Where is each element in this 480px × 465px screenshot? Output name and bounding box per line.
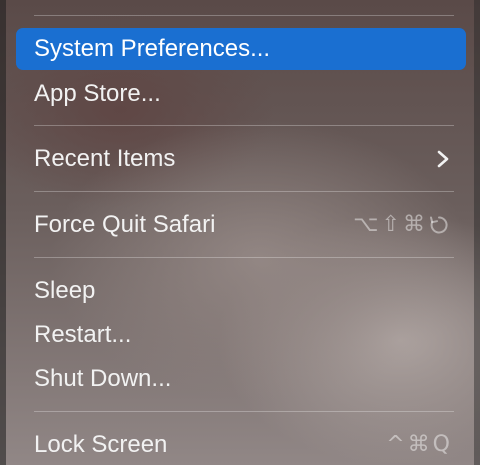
menu-separator — [34, 257, 454, 258]
menu-item-label: Shut Down... — [34, 365, 172, 392]
menu-item-label: Restart... — [34, 321, 132, 348]
menu-item-lock-screen[interactable]: Lock Screen ^ ⌘ Q — [16, 424, 466, 465]
menu-item-sleep[interactable]: Sleep — [16, 270, 466, 312]
menu-item-label: Recent Items — [34, 145, 176, 172]
keyboard-shortcut: ^ ⌘ Q — [386, 424, 450, 465]
option-key-icon: ⌥ — [353, 212, 379, 237]
command-key-icon: ⌘ — [403, 212, 425, 237]
menu-item-label: Lock Screen — [34, 431, 168, 458]
screen: System Preferences... App Store... Recen… — [0, 0, 480, 465]
menu-item-shut-down[interactable]: Shut Down... — [16, 358, 466, 400]
apple-menu: System Preferences... App Store... Recen… — [6, 0, 474, 465]
chevron-right-icon — [436, 138, 450, 194]
menu-separator — [34, 15, 454, 16]
menu-edge-right — [474, 0, 480, 465]
menu-separator — [34, 191, 454, 192]
command-key-icon: ⌘ — [407, 432, 430, 457]
menu-item-recent-items[interactable]: Recent Items — [16, 138, 466, 180]
menu-item-label: App Store... — [34, 80, 161, 107]
q-key-label: Q — [432, 432, 450, 457]
keyboard-shortcut: ⌥ ⇧ ⌘ — [353, 204, 450, 246]
menu-separator — [34, 125, 454, 126]
menu-item-force-quit[interactable]: Force Quit Safari ⌥ ⇧ ⌘ — [16, 204, 466, 246]
control-key-icon: ^ — [386, 432, 405, 457]
escape-key-icon — [428, 214, 450, 236]
menu-item-label: System Preferences... — [34, 35, 271, 62]
menu-separator — [34, 411, 454, 412]
shift-key-icon: ⇧ — [381, 212, 400, 237]
menu-item-system-preferences[interactable]: System Preferences... — [16, 28, 466, 70]
menu-item-restart[interactable]: Restart... — [16, 314, 466, 356]
menu-item-label: Sleep — [34, 277, 96, 304]
menu-item-app-store[interactable]: App Store... — [16, 73, 466, 115]
menu-item-label: Force Quit Safari — [34, 211, 216, 238]
